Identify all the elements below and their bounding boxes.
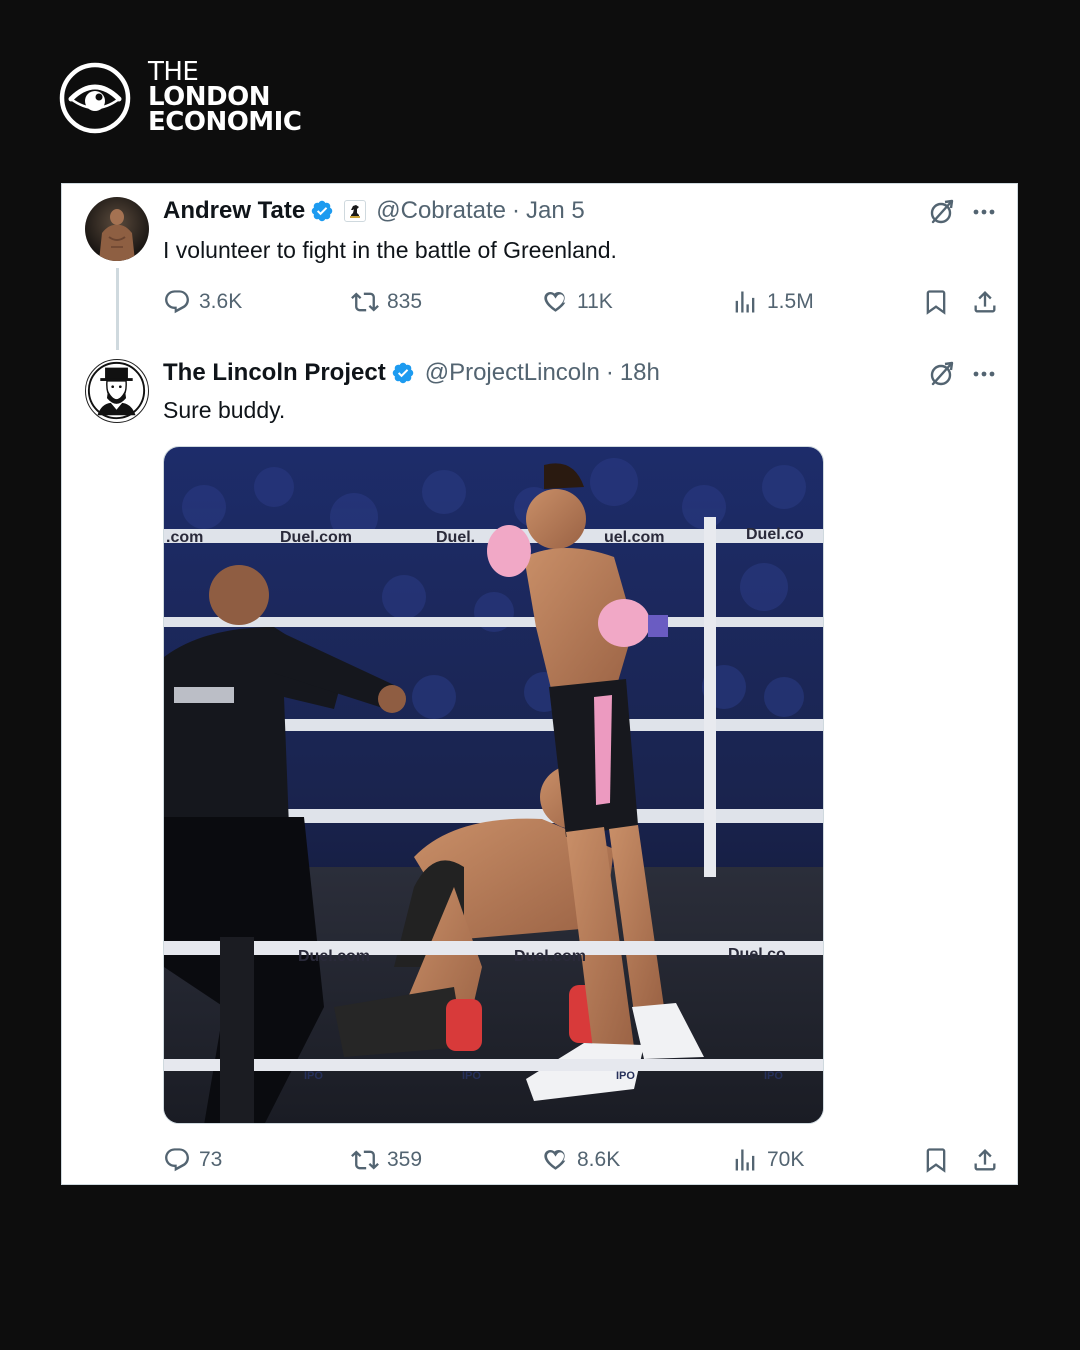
views-count: 70K (767, 1148, 805, 1171)
share-icon[interactable] (971, 1146, 999, 1174)
reply-icon (165, 290, 189, 314)
boxing-ring-photo: .com Duel.com Duel. uel.com Duel.co Duel… (164, 447, 823, 1123)
like-button[interactable]: 8.6K (541, 1146, 620, 1174)
like-count: 8.6K (577, 1148, 621, 1171)
reply-count: 73 (199, 1148, 223, 1171)
heart-icon (544, 291, 566, 312)
views-chart-icon (735, 1149, 755, 1171)
repost-icon (351, 1150, 379, 1170)
reply-count: 3.6K (199, 290, 243, 313)
more-options-icon[interactable] (971, 361, 997, 387)
tweet2-action-bar: 73 359 8.6K 70K (163, 1146, 1003, 1178)
more-options-icon[interactable] (971, 199, 997, 225)
tweet1-handle[interactable]: @Cobratate (376, 197, 506, 225)
rope-sponsor-text-3: IPO (616, 1070, 635, 1082)
chess-knight-icon (350, 205, 361, 218)
ring-banner-text-3: Duel. (436, 529, 475, 546)
tweet-andrew-tate[interactable]: Andrew Tate @Cobratate · Jan 5 I volunte… (62, 184, 1017, 354)
views-button[interactable]: 70K (731, 1146, 804, 1174)
bookmark-icon[interactable] (922, 288, 950, 316)
tweet-card: Andrew Tate @Cobratate · Jan 5 I volunte… (61, 183, 1018, 1185)
tweet1-separator: · (512, 197, 521, 224)
tweet-lincoln-project[interactable]: The Lincoln Project @ProjectLincoln · 18… (62, 354, 1017, 1186)
repost-icon (351, 292, 379, 312)
grok-icon[interactable] (927, 360, 955, 388)
tweet2-text: Sure buddy. (163, 397, 286, 423)
heart-icon (544, 1149, 566, 1170)
brand-line-3: ECONOMIC (148, 107, 302, 137)
ring-banner-text-7: Duel.com (514, 948, 586, 965)
thread-connector-line (116, 268, 119, 350)
verified-badge-icon (312, 200, 333, 222)
reply-icon (165, 1148, 189, 1172)
tweet1-header: Andrew Tate @Cobratate · Jan 5 (163, 197, 585, 225)
tweet1-timestamp[interactable]: Jan 5 (526, 197, 585, 225)
rope-sponsor-text-2: IPO (462, 1070, 481, 1082)
grok-icon[interactable] (927, 198, 955, 226)
affiliate-badge-icon[interactable] (344, 200, 367, 222)
tweet1-corner-actions (927, 198, 997, 226)
rope-sponsor-text-1: IPO (304, 1070, 323, 1082)
like-count: 11K (577, 290, 613, 313)
ring-banner-text-6: Duel.com (298, 948, 370, 965)
tweet1-author-name[interactable]: Andrew Tate (163, 197, 305, 225)
ring-banner-text-5: Duel.co (746, 526, 804, 543)
views-button[interactable]: 1.5M (731, 288, 814, 316)
avatar-andrew-tate[interactable] (85, 197, 149, 261)
reply-button[interactable]: 73 (163, 1146, 222, 1174)
eye-logo-icon (59, 62, 131, 133)
tweet2-timestamp[interactable]: 18h (620, 359, 660, 387)
reply-button[interactable]: 3.6K (163, 288, 242, 316)
bookmark-icon[interactable] (922, 1146, 950, 1174)
repost-button[interactable]: 835 (351, 288, 422, 316)
tweet2-handle[interactable]: @ProjectLincoln (425, 359, 600, 387)
brand-wordmark: THE LONDON ECONOMIC (148, 59, 302, 137)
share-icon[interactable] (971, 288, 999, 316)
rope-sponsor-text-4: IPO (764, 1070, 783, 1082)
avatar-lincoln-project[interactable] (85, 359, 149, 423)
avatar-lincoln-project-image (87, 361, 146, 420)
repost-count: 835 (387, 290, 423, 313)
ring-banner-text-8: Duel.co (728, 946, 786, 963)
ring-banner-text-1: .com (166, 529, 203, 546)
repost-count: 359 (387, 1148, 423, 1171)
tweet2-author-name[interactable]: The Lincoln Project (163, 359, 386, 387)
tweet2-separator: · (605, 359, 614, 386)
brand-header: THE LONDON ECONOMIC (58, 59, 302, 137)
tweet1-action-bar: 3.6K 835 11K 1.5M (163, 288, 1003, 320)
views-chart-icon (735, 291, 755, 313)
tweet2-corner-actions (927, 360, 997, 388)
verified-badge-icon (392, 362, 413, 384)
views-count: 1.5M (767, 290, 814, 313)
tweet1-text: I volunteer to fight in the battle of Gr… (163, 237, 617, 263)
ring-banner-text-2: Duel.com (280, 529, 352, 546)
repost-button[interactable]: 359 (351, 1146, 422, 1174)
tweet2-header: The Lincoln Project @ProjectLincoln · 18… (163, 359, 660, 387)
tweet2-media-photo[interactable]: .com Duel.com Duel. uel.com Duel.co Duel… (163, 446, 824, 1124)
like-button[interactable]: 11K (541, 288, 613, 316)
ring-banner-text-4: uel.com (604, 529, 664, 546)
avatar-andrew-tate-image (85, 197, 149, 261)
